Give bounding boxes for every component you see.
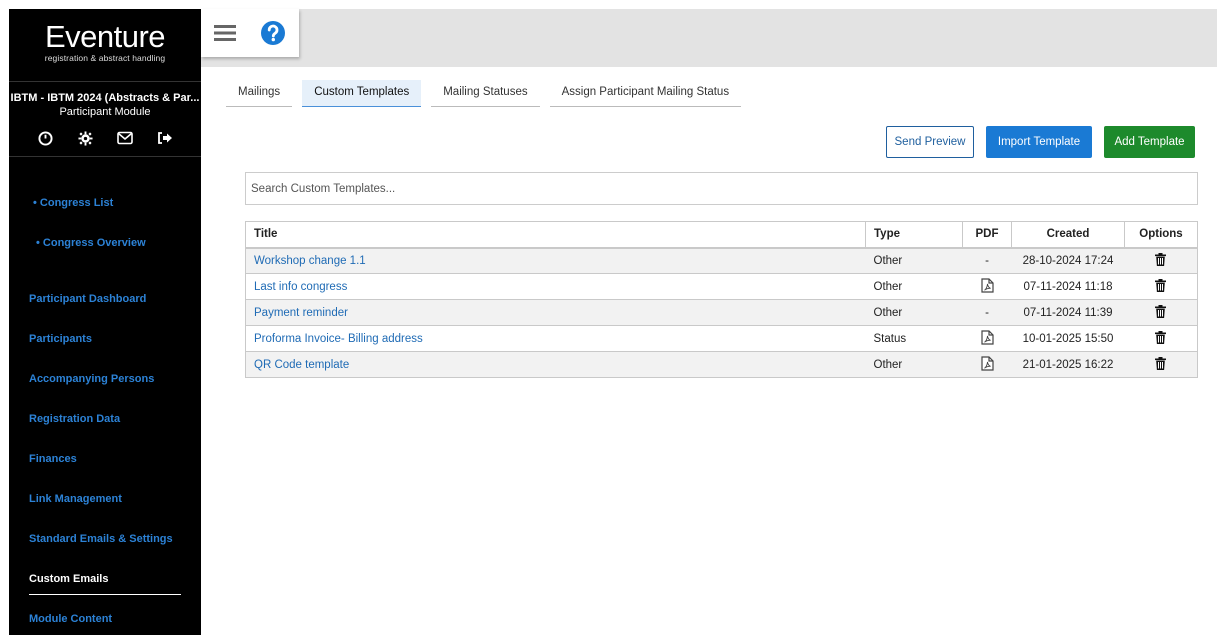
column-header-type[interactable]: Type xyxy=(865,221,963,249)
sidebar-item-module-content[interactable]: Module Content xyxy=(29,613,112,625)
top-bar xyxy=(201,9,1217,67)
clock-icon[interactable] xyxy=(36,129,54,147)
cell-options xyxy=(1124,299,1198,326)
mail-icon[interactable] xyxy=(116,129,134,147)
sidebar-item-registration-data[interactable]: Registration Data xyxy=(29,413,120,425)
template-title-link[interactable]: Proforma Invoice- Billing address xyxy=(254,333,423,345)
table-row[interactable]: Workshop change 1.1 Other - 28-10-2024 17:2… xyxy=(245,247,1198,274)
sidebar-item-congress-overview[interactable]: • Congress Overview xyxy=(36,237,146,249)
table-row[interactable]: Payment reminder Other - 07-11-2024 11:39 xyxy=(245,299,1198,326)
gear-icon[interactable] xyxy=(76,129,94,147)
cell-options xyxy=(1124,273,1198,300)
template-title-link[interactable]: Workshop change 1.1 xyxy=(254,255,366,267)
cell-type: Status xyxy=(865,325,963,352)
tab-bar: Mailings Custom Templates Mailing Status… xyxy=(226,80,742,107)
cell-created: 28-10-2024 17:24 xyxy=(1011,247,1125,274)
trash-icon[interactable] xyxy=(1155,278,1167,295)
send-preview-button[interactable]: Send Preview xyxy=(886,126,974,158)
sidebar-item-custom-emails[interactable]: Custom Emails xyxy=(29,573,108,585)
sidebar-item-standard-emails-settings[interactable]: Standard Emails & Settings xyxy=(29,533,173,545)
cell-pdf: - xyxy=(962,299,1012,326)
top-button-group xyxy=(201,9,299,57)
template-title-link[interactable]: QR Code template xyxy=(254,359,349,371)
add-template-button[interactable]: Add Template xyxy=(1104,126,1195,158)
sidebar-item-congress-list[interactable]: • Congress List xyxy=(33,197,113,209)
cell-type: Other xyxy=(865,247,963,274)
search-input[interactable] xyxy=(245,172,1198,205)
module-name: Participant Module xyxy=(59,106,151,118)
trash-icon[interactable] xyxy=(1155,330,1167,347)
table-header-row: Title Type PDF Created Options xyxy=(245,221,1198,249)
cell-created: 07-11-2024 11:39 xyxy=(1011,299,1125,326)
logout-icon[interactable] xyxy=(156,129,174,147)
column-header-options: Options xyxy=(1124,221,1198,249)
cell-title: QR Code template xyxy=(245,351,866,378)
column-header-pdf[interactable]: PDF xyxy=(962,221,1012,249)
template-title-link[interactable]: Last info congress xyxy=(254,281,347,293)
right-gutter xyxy=(1217,9,1225,635)
cell-type: Other xyxy=(865,273,963,300)
sidebar-icon-bar xyxy=(9,129,201,157)
table-row[interactable]: QR Code template Other 21-01-2025 16:22 xyxy=(245,351,1198,378)
pdf-empty: - xyxy=(985,306,989,319)
cell-created: 21-01-2025 16:22 xyxy=(1011,351,1125,378)
sidebar-item-accompanying-persons[interactable]: Accompanying Persons xyxy=(29,373,154,385)
tab-assign-participant-mailing-status[interactable]: Assign Participant Mailing Status xyxy=(549,80,742,107)
logo-text: Eventure xyxy=(44,19,166,54)
sidebar-item-finances[interactable]: Finances xyxy=(29,453,77,465)
trash-icon[interactable] xyxy=(1155,304,1167,321)
cell-type: Other xyxy=(865,351,963,378)
help-icon[interactable] xyxy=(249,9,297,57)
congress-name: IBTM - IBTM 2024 (Abstracts & Par... xyxy=(10,92,200,104)
cell-options xyxy=(1124,351,1198,378)
menu-icon[interactable] xyxy=(201,9,249,57)
sidebar-item-participant-dashboard[interactable]: Participant Dashboard xyxy=(29,293,146,305)
import-template-button[interactable]: Import Template xyxy=(986,126,1092,158)
trash-icon[interactable] xyxy=(1155,356,1167,373)
cell-pdf xyxy=(962,273,1012,300)
pdf-icon[interactable] xyxy=(980,329,994,348)
active-indicator xyxy=(29,594,181,595)
table-body: Workshop change 1.1 Other - 28-10-2024 17:2… xyxy=(245,247,1198,378)
pdf-icon[interactable] xyxy=(980,355,994,374)
tab-mailing-statuses[interactable]: Mailing Statuses xyxy=(431,80,540,107)
cell-created: 10-01-2025 15:50 xyxy=(1011,325,1125,352)
logo-tagline: registration & abstract handling xyxy=(44,53,166,63)
cell-options xyxy=(1124,325,1198,352)
main-panel: Mailings Custom Templates Mailing Status… xyxy=(212,68,1217,635)
table-row[interactable]: Proforma Invoice- Billing address Status 1… xyxy=(245,325,1198,352)
logo[interactable]: Eventure registration & abstract handlin… xyxy=(9,9,201,82)
cell-title: Last info congress xyxy=(245,273,866,300)
cell-pdf xyxy=(962,325,1012,352)
sidebar: Eventure registration & abstract handlin… xyxy=(9,9,201,635)
template-title-link[interactable]: Payment reminder xyxy=(254,307,348,319)
cell-title: Workshop change 1.1 xyxy=(245,247,866,274)
pdf-icon[interactable] xyxy=(980,277,994,296)
sidebar-item-participants[interactable]: Participants xyxy=(29,333,92,345)
cell-pdf xyxy=(962,351,1012,378)
cell-options xyxy=(1124,247,1198,274)
sidebar-item-link-management[interactable]: Link Management xyxy=(29,493,122,505)
column-header-created[interactable]: Created xyxy=(1011,221,1125,249)
pdf-empty: - xyxy=(985,254,989,267)
tab-custom-templates[interactable]: Custom Templates xyxy=(302,80,422,107)
cell-created: 07-11-2024 11:18 xyxy=(1011,273,1125,300)
cell-title: Payment reminder xyxy=(245,299,866,326)
column-header-title[interactable]: Title xyxy=(245,221,866,249)
cell-type: Other xyxy=(865,299,963,326)
table-row[interactable]: Last info congress Other 07-11-2024 11:18 xyxy=(245,273,1198,300)
tab-mailings[interactable]: Mailings xyxy=(226,80,293,107)
cell-pdf: - xyxy=(962,247,1012,274)
trash-icon[interactable] xyxy=(1155,252,1167,269)
templates-table: Title Type PDF Created Options Workshop … xyxy=(245,221,1198,378)
cell-title: Proforma Invoice- Billing address xyxy=(245,325,866,352)
